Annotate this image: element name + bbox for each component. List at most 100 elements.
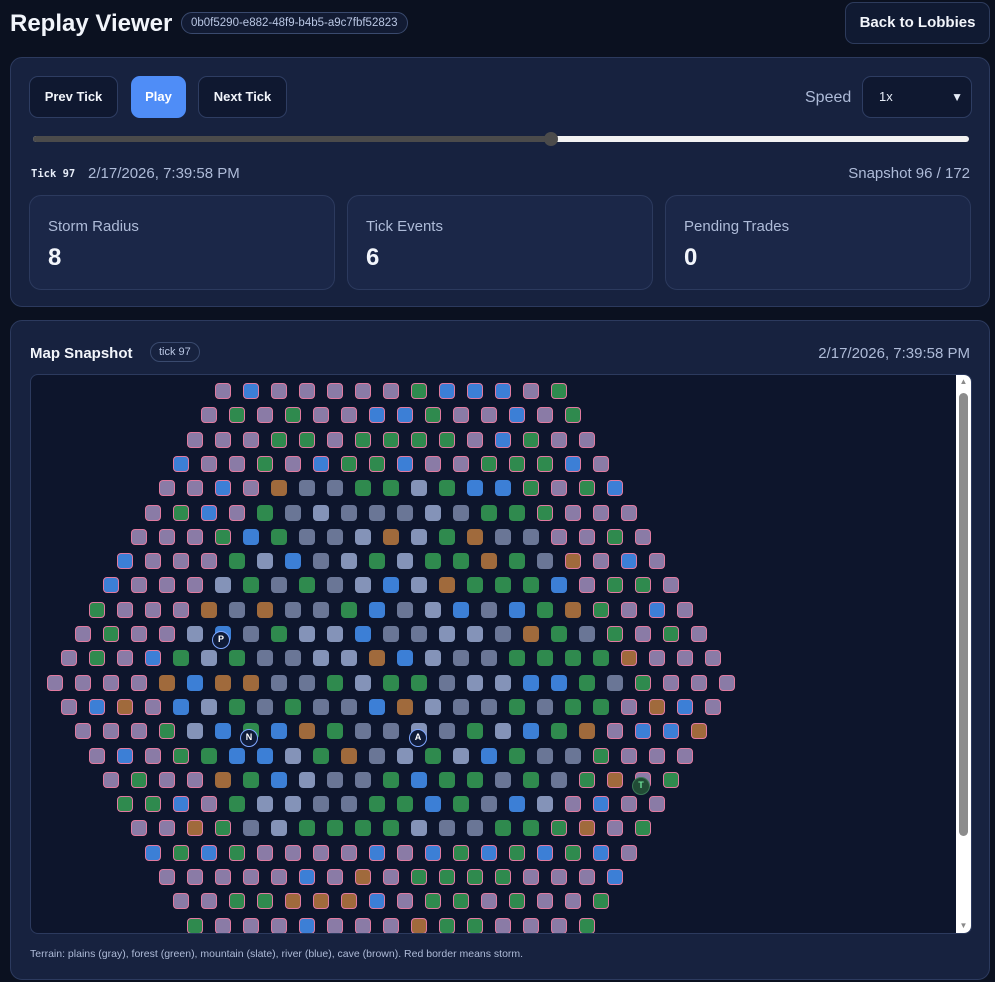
hex-tile[interactable]: [537, 650, 553, 667]
hex-tile[interactable]: [439, 431, 455, 448]
hex-tile[interactable]: [243, 383, 259, 399]
hex-tile[interactable]: [537, 796, 553, 813]
hex-tile[interactable]: [341, 893, 357, 910]
hex-tile[interactable]: [243, 528, 259, 545]
hex-tile[interactable]: [579, 917, 595, 933]
hex-tile[interactable]: [215, 383, 231, 399]
hex-tile[interactable]: [229, 698, 245, 715]
hex-tile[interactable]: [481, 650, 497, 667]
hex-tile[interactable]: [425, 504, 441, 521]
hex-tile[interactable]: [621, 650, 637, 667]
hex-tile[interactable]: [397, 796, 413, 813]
hex-tile[interactable]: [229, 844, 245, 861]
hex-tile[interactable]: [383, 723, 399, 740]
hex-tile[interactable]: [495, 626, 511, 642]
hex-tile[interactable]: [537, 844, 553, 861]
hex-tile[interactable]: [299, 480, 315, 497]
hex-tile[interactable]: [187, 528, 203, 545]
hex-tile[interactable]: [187, 771, 203, 788]
hex-tile[interactable]: [565, 698, 581, 715]
hex-tile[interactable]: [173, 844, 189, 861]
hex-tile[interactable]: [453, 407, 469, 424]
hex-tile[interactable]: [229, 601, 245, 618]
hex-tile[interactable]: [187, 917, 203, 933]
hex-tile[interactable]: [579, 820, 595, 837]
hex-tile[interactable]: [453, 650, 469, 667]
hex-tile[interactable]: [467, 917, 483, 933]
hex-tile[interactable]: [607, 577, 623, 594]
hex-tile[interactable]: [593, 844, 609, 861]
hex-tile[interactable]: [313, 601, 329, 618]
hex-tile[interactable]: [481, 796, 497, 813]
hex-tile[interactable]: [313, 504, 329, 521]
back-to-lobbies-button[interactable]: Back to Lobbies: [845, 2, 990, 44]
hex-tile[interactable]: [551, 820, 567, 837]
hex-tile[interactable]: [145, 844, 161, 861]
hex-tile[interactable]: [467, 626, 483, 642]
hex-tile[interactable]: [159, 723, 175, 740]
hex-tile[interactable]: [131, 528, 147, 545]
hex-tile[interactable]: [173, 698, 189, 715]
hex-tile[interactable]: [537, 455, 553, 472]
hex-tile[interactable]: [579, 674, 595, 691]
hex-tile[interactable]: [495, 480, 511, 497]
hex-tile[interactable]: [201, 407, 217, 424]
hex-tile[interactable]: [551, 869, 567, 885]
hex-tile[interactable]: [173, 553, 189, 570]
hex-tile[interactable]: [243, 917, 259, 933]
hex-tile[interactable]: [439, 626, 455, 642]
hex-tile[interactable]: [187, 723, 203, 740]
hex-tile[interactable]: [369, 407, 385, 424]
hex-tile[interactable]: [299, 626, 315, 642]
hex-tile[interactable]: [593, 747, 609, 764]
hex-tile[interactable]: [467, 771, 483, 788]
hex-tile[interactable]: [355, 820, 371, 837]
hex-tile[interactable]: [565, 455, 581, 472]
hex-tile[interactable]: [285, 650, 301, 667]
hex-tile[interactable]: [341, 698, 357, 715]
hex-tile[interactable]: [509, 796, 525, 813]
hex-tile[interactable]: [355, 723, 371, 740]
hex-tile[interactable]: [565, 553, 581, 570]
hex-tile[interactable]: [299, 869, 315, 885]
hex-tile[interactable]: [215, 820, 231, 837]
hex-tile[interactable]: [635, 528, 651, 545]
hex-tile[interactable]: [215, 431, 231, 448]
hex-tile[interactable]: [257, 893, 273, 910]
hex-tile[interactable]: [537, 601, 553, 618]
hex-tile[interactable]: [691, 723, 707, 740]
hex-tile[interactable]: [481, 844, 497, 861]
hex-tile[interactable]: [579, 577, 595, 594]
hex-tile[interactable]: [327, 917, 343, 933]
hex-tile[interactable]: [187, 480, 203, 497]
hex-tile[interactable]: [257, 553, 273, 570]
hex-tile[interactable]: [523, 820, 539, 837]
hex-tile[interactable]: [495, 431, 511, 448]
scroll-thumb[interactable]: [959, 393, 968, 836]
hex-tile[interactable]: [159, 820, 175, 837]
hex-tile[interactable]: [509, 553, 525, 570]
hex-tile[interactable]: [243, 674, 259, 691]
hex-tile[interactable]: [103, 723, 119, 740]
hex-tile[interactable]: [579, 480, 595, 497]
hex-tile[interactable]: [383, 431, 399, 448]
hex-tile[interactable]: [341, 601, 357, 618]
hex-tile[interactable]: [257, 844, 273, 861]
hex-tile[interactable]: [173, 796, 189, 813]
hex-tile[interactable]: [187, 820, 203, 837]
hex-tile[interactable]: [551, 431, 567, 448]
hex-tile[interactable]: [621, 844, 637, 861]
hex-tile[interactable]: [467, 674, 483, 691]
hex-tile[interactable]: [299, 723, 315, 740]
hex-tile[interactable]: [313, 893, 329, 910]
hex-tile[interactable]: [509, 504, 525, 521]
hex-tile[interactable]: [327, 869, 343, 885]
hex-tile[interactable]: [467, 869, 483, 885]
hex-tile[interactable]: [285, 747, 301, 764]
hex-tile[interactable]: [257, 455, 273, 472]
hex-tile[interactable]: [481, 504, 497, 521]
hex-tile[interactable]: [285, 504, 301, 521]
hex-tile[interactable]: [341, 796, 357, 813]
hex-tile[interactable]: [411, 480, 427, 497]
hex-tile[interactable]: [439, 820, 455, 837]
